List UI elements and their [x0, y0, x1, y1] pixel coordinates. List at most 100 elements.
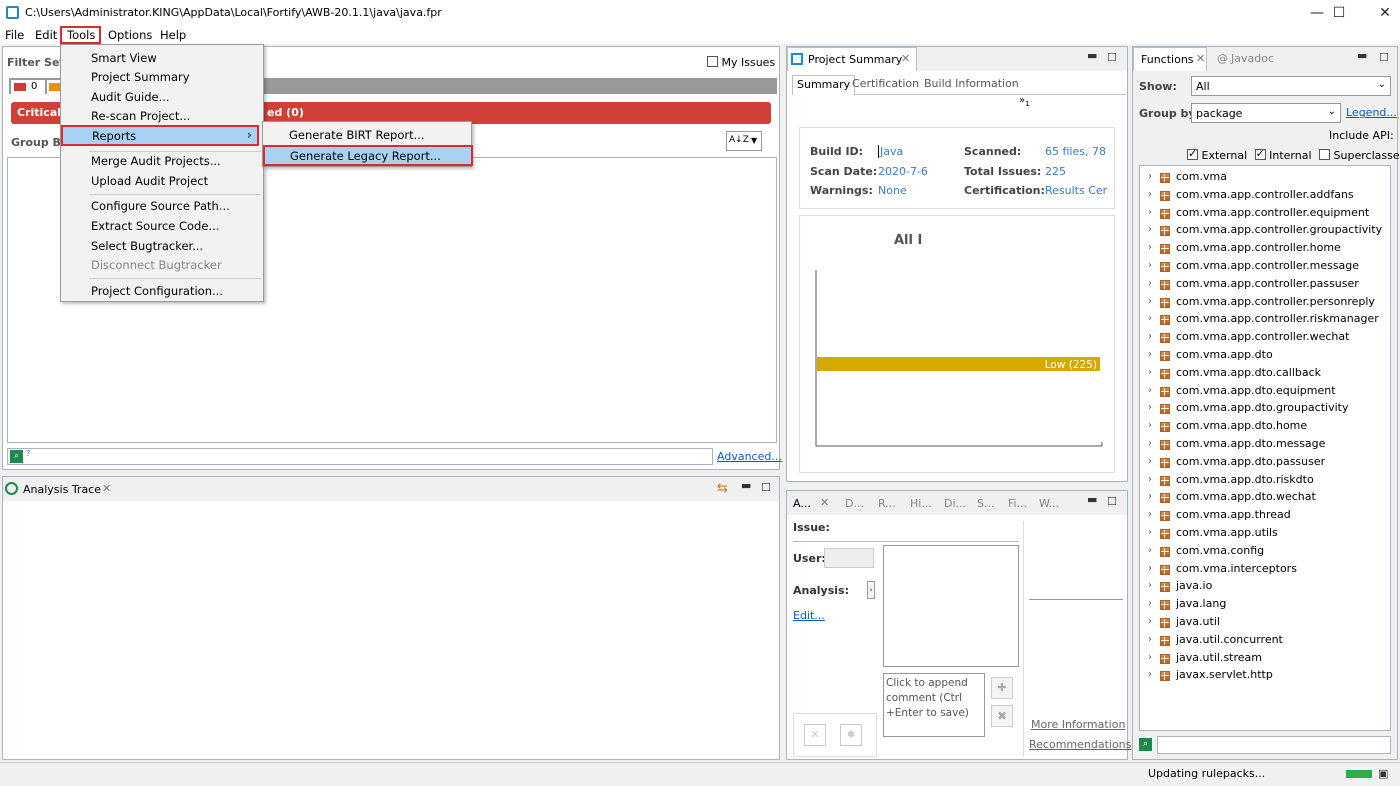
chevron-right-icon[interactable]: › — [1148, 313, 1152, 324]
chevron-right-icon[interactable]: › — [1148, 652, 1152, 663]
progress-icon[interactable]: ▣ — [1378, 767, 1388, 780]
chevron-right-icon[interactable]: › — [1148, 296, 1152, 307]
tab-javadoc[interactable]: Javadoc — [1231, 52, 1274, 65]
maximize-icon[interactable]: ☐ — [1107, 51, 1117, 64]
tab-diagram[interactable]: Di... — [944, 497, 966, 510]
tab-history[interactable]: Hi... — [910, 497, 932, 510]
close-tab-icon[interactable]: ✕ — [102, 482, 111, 495]
search-input[interactable]: ⌕ ? — [7, 448, 713, 465]
chevron-right-icon[interactable]: › — [1148, 474, 1152, 485]
bug-icon[interactable]: ✹ — [840, 724, 862, 746]
maximize-icon[interactable]: ☐ — [1379, 51, 1389, 64]
comments-area[interactable] — [883, 545, 1019, 667]
group-by-select[interactable]: package ⌄ — [1191, 103, 1341, 123]
build-id-value[interactable]: Java — [878, 145, 903, 158]
chevron-right-icon[interactable]: › — [1148, 189, 1152, 200]
chevron-right-icon[interactable]: › — [1148, 669, 1152, 680]
tab-w[interactable]: W... — [1039, 497, 1059, 510]
maximize-icon[interactable]: ☐ — [761, 481, 771, 494]
chevron-right-icon[interactable]: › — [1148, 598, 1152, 609]
minimize-icon[interactable]: ▬ — [1087, 493, 1097, 506]
menu-item-audit-guide[interactable]: Audit Guide... — [91, 90, 170, 104]
chevron-right-icon[interactable]: › — [1148, 260, 1152, 271]
chevron-right-icon[interactable]: › — [1148, 402, 1152, 413]
chevron-right-icon[interactable]: › — [1148, 207, 1152, 218]
package-tree[interactable]: › com.vma › com.vma.app.controller.addfans ›… — [1139, 165, 1391, 731]
tab-details[interactable]: D... — [845, 497, 864, 510]
my-issues-checkbox[interactable]: My Issues — [707, 56, 775, 69]
legend-link[interactable]: Legend... — [1346, 106, 1397, 119]
generate-legacy-report-item[interactable]: Generate Legacy Report... — [263, 145, 473, 166]
menu-item-smart-view[interactable]: Smart View — [91, 51, 157, 65]
chevron-right-icon[interactable]: › — [1148, 171, 1152, 182]
external-checkbox[interactable]: External — [1187, 147, 1247, 162]
more-information-link[interactable]: More Information — [1031, 718, 1125, 731]
chevron-right-icon[interactable]: › — [1148, 616, 1152, 627]
internal-checkbox[interactable]: Internal — [1254, 147, 1312, 162]
sort-button[interactable]: A↓Z ▼ — [726, 131, 762, 151]
tab-functions[interactable]: Functions ✕ — [1133, 47, 1207, 71]
analysis-dropdown[interactable]: › — [867, 581, 875, 599]
tab-certification[interactable]: Certification — [852, 77, 919, 90]
minimize-icon[interactable]: ▬ — [1357, 49, 1367, 62]
functions-search-input[interactable] — [1157, 736, 1391, 754]
chevron-right-icon[interactable]: › — [1148, 545, 1152, 556]
superclasses-checkbox[interactable]: Superclasses — [1319, 149, 1400, 162]
menu-item-merge-audit-projects[interactable]: Merge Audit Projects... — [91, 154, 221, 168]
comment-input[interactable]: Click to append comment (Ctrl +Enter to … — [883, 673, 985, 737]
chevron-right-icon[interactable]: › — [1148, 580, 1152, 591]
menu-item-configure-source-path[interactable]: Configure Source Path... — [91, 199, 230, 213]
close-button[interactable]: ✕ — [1362, 0, 1400, 26]
sync-icon[interactable]: ⇆ — [717, 481, 728, 496]
maximize-icon[interactable]: ☐ — [1107, 495, 1117, 508]
suppress-icon[interactable]: ✕ — [804, 724, 826, 746]
close-tab-icon[interactable]: ✕ — [901, 52, 910, 65]
chevron-right-icon[interactable]: › — [1148, 367, 1152, 378]
menu-item-select-bugtracker[interactable]: Select Bugtracker... — [91, 239, 203, 253]
tab-build-information[interactable]: Build Information — [924, 77, 1019, 90]
critical-count-tab[interactable]: 0 — [11, 80, 45, 94]
menu-file[interactable]: File — [5, 28, 24, 42]
menu-item-extract-source-code[interactable]: Extract Source Code... — [91, 219, 219, 233]
user-field[interactable] — [824, 548, 874, 568]
advanced-link[interactable]: Advanced... — [717, 450, 782, 463]
close-tab-icon[interactable]: ✕ — [820, 496, 829, 509]
chevron-right-icon[interactable]: › — [1148, 278, 1152, 289]
menu-item-project-configuration[interactable]: Project Configuration... — [91, 284, 223, 298]
tab-summary[interactable]: Summary — [792, 75, 856, 95]
chevron-right-icon[interactable]: › — [1148, 491, 1152, 502]
chevron-right-icon[interactable]: › — [1148, 634, 1152, 645]
tab-s[interactable]: S... — [977, 497, 994, 510]
minimize-icon[interactable]: ▬ — [1087, 49, 1097, 62]
menu-item-re-scan-project[interactable]: Re-scan Project... — [91, 109, 190, 123]
menu-item-project-summary[interactable]: Project Summary — [91, 70, 190, 84]
menu-help[interactable]: Help — [160, 28, 186, 42]
close-tab-icon[interactable]: ✕ — [1196, 52, 1205, 65]
minimize-icon[interactable]: ▬ — [741, 479, 751, 492]
chevron-right-icon[interactable]: › — [1148, 420, 1152, 431]
tab-filters[interactable]: Fi... — [1008, 497, 1027, 510]
show-select[interactable]: All ⌄ — [1191, 76, 1391, 96]
menu-item-reports[interactable]: Reports › — [61, 125, 259, 146]
tab-project-summary[interactable]: Project Summary ✕ — [787, 47, 917, 71]
menu-edit[interactable]: Edit — [35, 28, 57, 42]
chevron-right-icon[interactable]: › — [1148, 224, 1152, 235]
chevron-right-icon[interactable]: › — [1148, 456, 1152, 467]
chevron-right-icon[interactable]: › — [1148, 527, 1152, 538]
tab-recommendations[interactable]: R... — [878, 497, 896, 510]
chevron-right-icon[interactable]: › — [1148, 438, 1152, 449]
edit-link[interactable]: Edit... — [793, 609, 825, 622]
tab-audit[interactable]: A... — [793, 497, 811, 510]
chevron-right-icon[interactable]: › — [1148, 242, 1152, 253]
chevron-right-icon[interactable]: › — [1148, 563, 1152, 574]
delete-comment-icon[interactable]: ✖ — [991, 705, 1013, 727]
menu-item-upload-audit-project[interactable]: Upload Audit Project — [91, 174, 208, 188]
tab-overflow[interactable]: »1 — [1019, 95, 1030, 108]
chevron-right-icon[interactable]: › — [1148, 349, 1152, 360]
recommendations-link[interactable]: Recommendations — [1029, 738, 1131, 751]
menu-options[interactable]: Options — [108, 28, 152, 42]
generate-birt-report-item[interactable]: Generate BIRT Report... — [289, 128, 425, 142]
chevron-right-icon[interactable]: › — [1148, 385, 1152, 396]
add-comment-icon[interactable]: ✚ — [991, 677, 1013, 699]
maximize-button[interactable]: ☐ — [1316, 0, 1362, 26]
